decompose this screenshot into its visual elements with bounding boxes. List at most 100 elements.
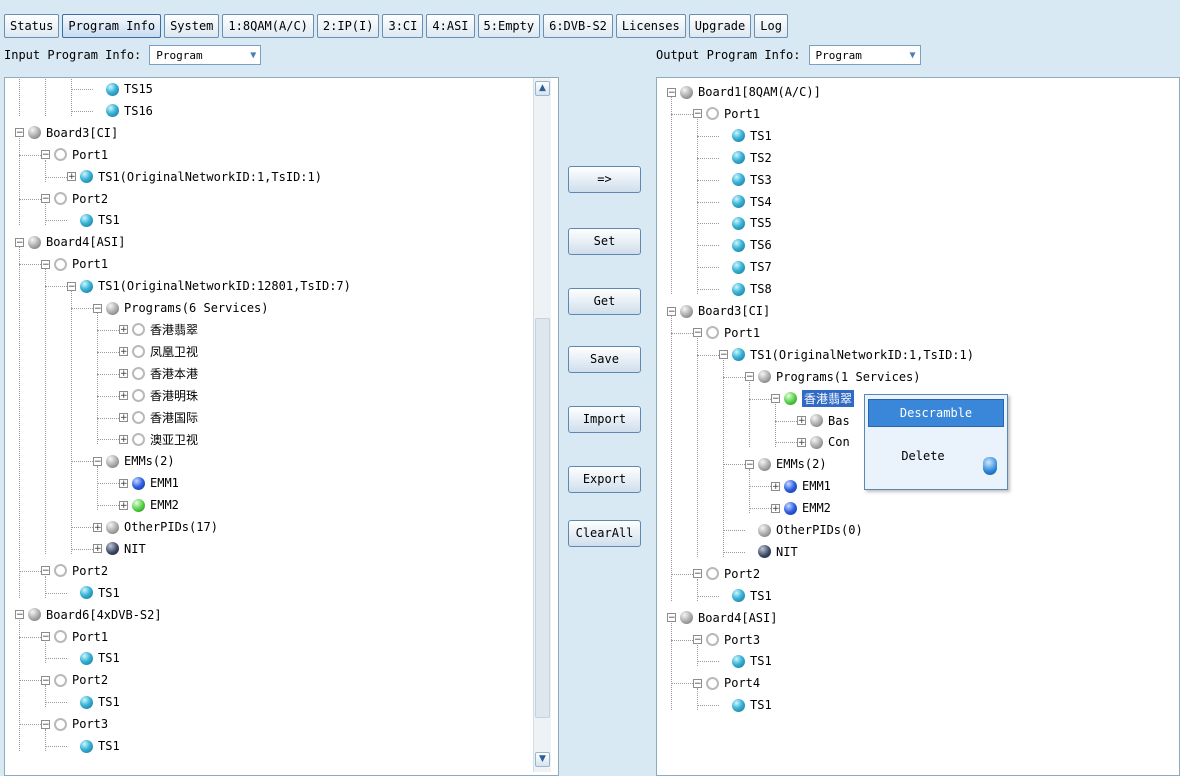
expand-icon[interactable]: + (119, 434, 128, 444)
tree-node[interactable]: − TS1(OriginalNetworkID:1,TsID:1) (719, 344, 974, 366)
collapse-icon[interactable]: − (41, 150, 50, 160)
tree-node[interactable]: TS6 (719, 234, 772, 256)
collapse-icon[interactable]: − (93, 303, 102, 313)
collapse-icon[interactable]: − (41, 675, 50, 685)
collapse-icon[interactable]: − (15, 610, 24, 620)
expand-icon[interactable]: + (797, 437, 806, 447)
collapse-icon[interactable]: − (745, 372, 754, 382)
save-button[interactable]: Save (568, 346, 641, 373)
tree-node[interactable]: TS3 (719, 169, 772, 191)
collapse-icon[interactable]: − (771, 394, 780, 404)
collapse-icon[interactable]: − (667, 613, 676, 623)
tab-licenses[interactable]: Licenses (615, 14, 686, 38)
tab-6-dvb-s2[interactable]: 6:DVB-S2 (543, 14, 613, 38)
expand-icon[interactable]: + (119, 369, 128, 379)
tree-node[interactable]: − Board1[8QAM(A/C)] (667, 81, 821, 103)
transfer-button[interactable]: => (568, 166, 641, 193)
tab-upgrade[interactable]: Upgrade (688, 14, 752, 38)
collapse-icon[interactable]: − (693, 569, 702, 579)
collapse-icon[interactable]: − (41, 632, 50, 642)
tree-node[interactable]: − Board4[ASI] (15, 231, 125, 253)
tree-node[interactable]: TS5 (719, 212, 772, 234)
collapse-icon[interactable]: − (41, 194, 50, 204)
tree-node[interactable]: TS8 (719, 278, 772, 300)
collapse-icon[interactable]: − (41, 719, 50, 729)
tree-node[interactable]: TS1 (67, 582, 120, 604)
scroll-up-button[interactable]: ▲ (535, 81, 550, 96)
tree-node[interactable]: − EMMs(2) (93, 450, 175, 472)
tree-node[interactable]: TS1 (67, 209, 120, 231)
clearall-button[interactable]: ClearAll (568, 520, 641, 547)
collapse-icon[interactable]: − (41, 566, 50, 576)
collapse-icon[interactable]: − (93, 456, 102, 466)
collapse-icon[interactable]: − (693, 678, 702, 688)
tab-1-8qam-a-c[interactable]: 1:8QAM(A/C) (222, 14, 314, 38)
input-program-select[interactable]: Program ▼ (149, 45, 262, 65)
tree-node[interactable]: − Port2 (41, 188, 108, 210)
tree-node[interactable]: + 澳亚卫视 (119, 428, 198, 450)
tab-4-asi[interactable]: 4:ASI (426, 14, 475, 38)
collapse-icon[interactable]: − (667, 306, 676, 316)
tree-node[interactable]: + EMM1 (771, 475, 831, 497)
tree-node[interactable]: TS1 (719, 694, 772, 716)
tree-node[interactable]: − Board4[ASI] (667, 607, 777, 629)
expand-icon[interactable]: + (67, 172, 76, 182)
tree-node[interactable]: + Con (797, 431, 850, 453)
tree-node[interactable]: TS2 (719, 147, 772, 169)
tree-node[interactable]: + 凤凰卫视 (119, 341, 198, 363)
tab-system[interactable]: System (164, 14, 220, 38)
tree-node[interactable]: TS16 (93, 100, 153, 122)
tree-node[interactable]: − Port3 (693, 629, 760, 651)
collapse-icon[interactable]: − (745, 459, 754, 469)
tree-node[interactable]: − Port2 (41, 669, 108, 691)
tree-node[interactable]: − Board6[4xDVB-S2] (15, 604, 162, 626)
tree-node[interactable]: TS1 (719, 585, 772, 607)
tree-node[interactable]: TS1 (67, 647, 120, 669)
collapse-icon[interactable]: − (667, 87, 676, 97)
tree-node[interactable]: TS1 (67, 735, 120, 757)
tree-node[interactable]: OtherPIDs(0) (745, 519, 863, 541)
scroll-thumb[interactable] (535, 318, 550, 718)
tree-node[interactable]: − Board3[CI] (667, 300, 770, 322)
scroll-down-button[interactable]: ▼ (535, 752, 550, 767)
collapse-icon[interactable]: − (719, 350, 728, 360)
expand-icon[interactable]: + (119, 325, 128, 335)
tree-node[interactable]: + NIT (93, 538, 146, 560)
tab-5-empty[interactable]: 5:Empty (477, 14, 541, 38)
tab-program-info[interactable]: Program Info (62, 14, 162, 38)
tree-node[interactable]: TS1 (719, 650, 772, 672)
tree-node[interactable]: − Programs(1 Services) (745, 366, 921, 388)
tree-node[interactable]: − Port2 (693, 563, 760, 585)
tree-node[interactable]: + EMM1 (119, 472, 179, 494)
tree-node[interactable]: + OtherPIDs(17) (93, 516, 218, 538)
expand-icon[interactable]: + (119, 347, 128, 357)
tree-node[interactable]: − 香港翡翠 (771, 388, 855, 410)
set-button[interactable]: Set (568, 228, 641, 255)
tree-node[interactable]: TS15 (93, 78, 153, 100)
tree-node[interactable]: − TS1(OriginalNetworkID:12801,TsID:7) (67, 275, 351, 297)
expand-icon[interactable]: + (119, 500, 128, 510)
tree-node[interactable]: TS4 (719, 191, 772, 213)
tab-2-ip-i[interactable]: 2:IP(I) (316, 14, 380, 38)
tree-node[interactable]: − Port1 (41, 253, 108, 275)
collapse-icon[interactable]: − (693, 109, 702, 119)
tree-node[interactable]: + EMM2 (119, 494, 179, 516)
collapse-icon[interactable]: − (693, 328, 702, 338)
import-button[interactable]: Import (568, 406, 641, 433)
tree-node[interactable]: + 香港翡翠 (119, 319, 198, 341)
tree-node[interactable]: + 香港明珠 (119, 385, 198, 407)
output-program-select[interactable]: Program ▼ (808, 45, 921, 65)
expand-icon[interactable]: + (119, 478, 128, 488)
input-tree-scrollbar[interactable]: ▲ ▼ (533, 78, 551, 772)
tree-node[interactable]: + 香港本港 (119, 363, 198, 385)
expand-icon[interactable]: + (93, 544, 102, 554)
tab-log[interactable]: Log (754, 14, 788, 38)
collapse-icon[interactable]: − (15, 128, 24, 138)
expand-icon[interactable]: + (119, 413, 128, 423)
tree-node[interactable]: TS1 (67, 691, 120, 713)
tree-node[interactable]: − Board3[CI] (15, 122, 118, 144)
tree-node[interactable]: TS1 (719, 125, 772, 147)
tree-node[interactable]: − Port1 (41, 144, 108, 166)
tree-node[interactable]: − Port1 (693, 322, 760, 344)
tree-node[interactable]: NIT (745, 541, 798, 563)
